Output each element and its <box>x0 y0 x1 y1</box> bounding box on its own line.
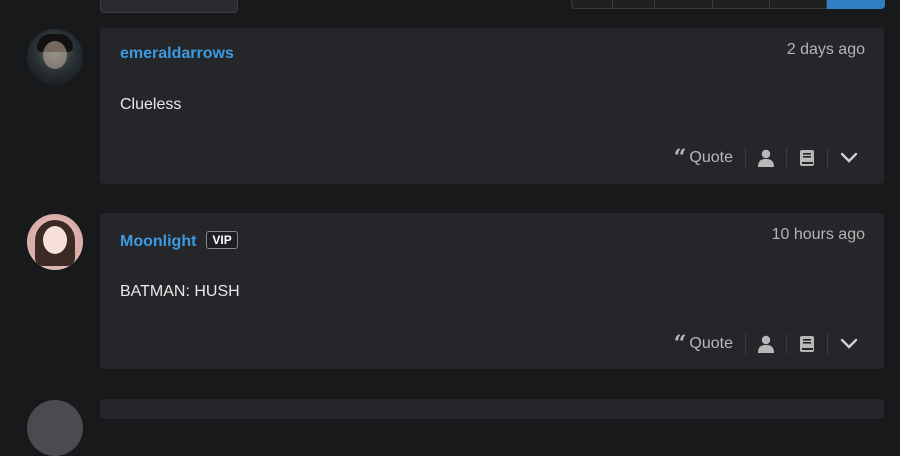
quote-label: Quote <box>689 149 733 166</box>
user-icon <box>758 335 774 353</box>
quote-label: Quote <box>689 335 733 352</box>
divider <box>786 334 787 354</box>
profile-button[interactable] <box>758 149 774 167</box>
pagination-item-active[interactable] <box>827 0 885 9</box>
pagination-item[interactable] <box>713 0 770 9</box>
user-icon <box>758 149 774 167</box>
chevron-down-icon <box>840 338 858 349</box>
username: Moonlight VIP <box>120 231 238 251</box>
avatar[interactable] <box>27 400 83 456</box>
more-options-button[interactable] <box>840 152 858 164</box>
divider <box>827 334 828 354</box>
vip-badge: VIP <box>206 231 238 249</box>
timestamp[interactable]: 10 hours ago <box>772 226 865 244</box>
divider <box>786 148 787 168</box>
post-actions: “ Quote <box>674 332 858 356</box>
quote-button[interactable]: “ Quote <box>674 333 733 355</box>
top-partial-button[interactable] <box>100 0 238 13</box>
avatar-face <box>43 41 67 69</box>
divider <box>745 334 746 354</box>
post-card: Moonlight VIP 10 hours ago BATMAN: HUSH “… <box>100 213 884 369</box>
quote-icon: “ <box>673 331 687 357</box>
pagination-item[interactable] <box>655 0 713 9</box>
avatar-face <box>43 226 67 254</box>
chevron-down-icon <box>840 152 858 163</box>
book-button[interactable] <box>799 335 815 353</box>
book-icon <box>800 150 814 166</box>
book-icon <box>800 336 814 352</box>
post-actions: “ Quote <box>674 146 858 170</box>
timestamp[interactable]: 2 days ago <box>787 41 865 59</box>
username-link[interactable]: Moonlight <box>120 233 196 250</box>
pagination-item[interactable] <box>613 0 655 9</box>
post-content: Clueless <box>120 96 182 113</box>
pagination-item[interactable] <box>770 0 827 9</box>
post-card <box>100 399 884 419</box>
book-button[interactable] <box>799 149 815 167</box>
quote-button[interactable]: “ Quote <box>674 147 733 169</box>
username[interactable]: emeraldarrows <box>120 45 234 63</box>
more-options-button[interactable] <box>840 338 858 350</box>
post-card: emeraldarrows 2 days ago Clueless “ Quot… <box>100 28 884 184</box>
avatar[interactable] <box>27 29 83 85</box>
quote-icon: “ <box>673 145 687 171</box>
divider <box>745 148 746 168</box>
divider <box>827 148 828 168</box>
pagination <box>571 0 885 9</box>
post-content: BATMAN: HUSH <box>120 283 240 300</box>
pagination-item[interactable] <box>571 0 613 9</box>
profile-button[interactable] <box>758 335 774 353</box>
avatar[interactable] <box>27 214 83 270</box>
